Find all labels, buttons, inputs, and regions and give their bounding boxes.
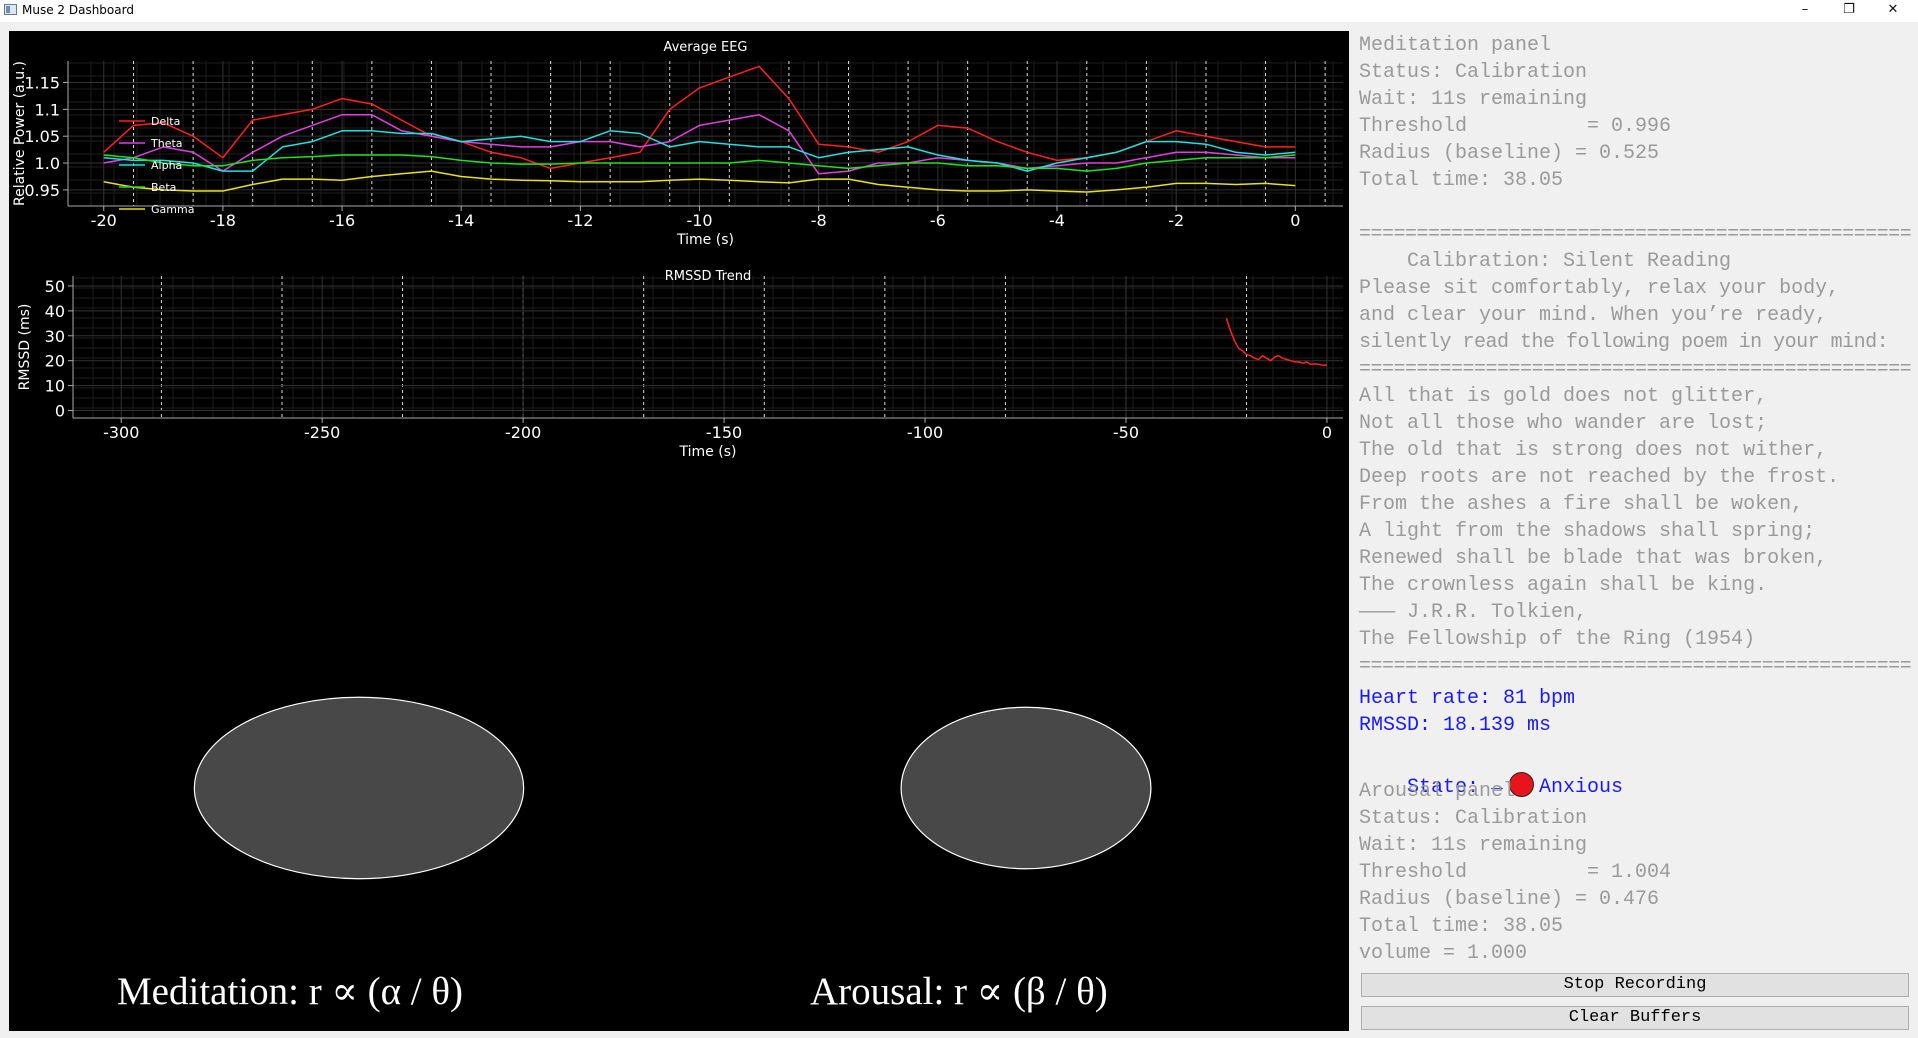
app-window-icon xyxy=(4,4,17,15)
x-tick-label: -16 xyxy=(329,211,355,230)
chart-title: RMSSD Trend xyxy=(665,269,751,284)
arousal-threshold: Threshold = 1.004 xyxy=(1359,861,1672,884)
poem-source: The Fellowship of the Ring (1954) xyxy=(1359,628,1756,651)
y-tick-label: 40 xyxy=(45,302,65,321)
meditation-indicator-ellipse xyxy=(193,696,525,880)
rmssd-chart: -300 -250 -200 -150 -100 -50 0 50 40 30 20 10 0 RMSSD… xyxy=(17,269,1343,460)
x-tick-label: -100 xyxy=(907,423,943,442)
y-tick-label: 20 xyxy=(45,352,65,371)
x-tick-label: -200 xyxy=(505,423,541,442)
y-tick-label: 1.1 xyxy=(35,100,60,119)
meditation-total-time: Total time: 38.05 xyxy=(1359,169,1564,192)
x-tick-label: -10 xyxy=(686,211,712,230)
poem-line: Renewed shall be blade that was broken, xyxy=(1359,547,1828,570)
x-axis-label: Time (s) xyxy=(679,444,737,460)
meditation-panel-title: Meditation panel xyxy=(1359,34,1552,57)
meditation-threshold: Threshold = 0.996 xyxy=(1359,115,1672,138)
calibration-instruction: silently read the following poem in your… xyxy=(1359,331,1889,354)
restore-button[interactable]: ❐ xyxy=(1826,0,1872,22)
separator-line: ========================================… xyxy=(1359,358,1912,381)
window-title: Muse 2 Dashboard xyxy=(22,3,134,17)
y-tick-label: 50 xyxy=(45,277,65,296)
x-tick-label: -300 xyxy=(103,423,139,442)
close-button[interactable]: ✕ xyxy=(1870,0,1916,22)
poem-line: A light from the shadows shall spring; xyxy=(1359,520,1816,543)
poem-line: All that is gold does not glitter, xyxy=(1359,385,1768,408)
x-axis-label: Time (s) xyxy=(676,232,734,248)
y-tick-label: 1.0 xyxy=(35,154,60,173)
poem-line: From the ashes a fire shall be woken, xyxy=(1359,493,1804,516)
y-tick-label: 10 xyxy=(45,377,65,396)
minimize-button[interactable]: – xyxy=(1782,0,1828,22)
x-tick-label: -12 xyxy=(567,211,593,230)
rmssd-plot-group: -300 -250 -200 -150 -100 -50 0 50 40 30 20 10 0 RMSSD… xyxy=(17,269,1343,460)
y-tick-label: 0 xyxy=(55,402,65,421)
x-tick-label: -8 xyxy=(811,211,827,230)
legend-label: Delta xyxy=(151,115,180,128)
indicator-area xyxy=(193,696,1152,880)
y-tick-label: 0.95 xyxy=(24,181,60,200)
separator-line: ========================================… xyxy=(1359,655,1912,678)
legend-label: Gamma xyxy=(151,203,194,216)
arousal-wait: Wait: 11s remaining xyxy=(1359,834,1588,857)
x-tick-label: -250 xyxy=(304,423,340,442)
heart-rate: Heart rate: 81 bpm xyxy=(1359,687,1576,710)
y-axis-label: Relative Power (a.u.) xyxy=(12,61,28,206)
chart-title: Average EEG xyxy=(663,40,747,55)
arousal-indicator-ellipse xyxy=(900,706,1152,870)
rmssd-value: RMSSD: 18.139 ms xyxy=(1359,714,1552,737)
legend-label: Theta xyxy=(150,137,183,150)
state-row: State: → Anxious xyxy=(1359,742,1623,799)
calibration-heading: Calibration: Silent Reading xyxy=(1359,250,1732,273)
x-tick-label: -50 xyxy=(1113,423,1139,442)
y-axis-label: RMSSD (ms) xyxy=(17,304,33,391)
clear-buffers-button[interactable]: Clear Buffers xyxy=(1361,1006,1909,1030)
meditation-radius: Radius (baseline) = 0.525 xyxy=(1359,142,1660,165)
title-bar: Muse 2 Dashboard – ❐ ✕ xyxy=(0,0,1918,22)
legend-label: Beta xyxy=(151,181,176,194)
x-tick-label: -4 xyxy=(1049,211,1065,230)
arousal-total-time: Total time: 38.05 xyxy=(1359,915,1564,938)
arousal-formula: Arousal: r ∝ (β / θ) xyxy=(810,970,1108,1013)
legend-label: Alpha xyxy=(151,159,182,172)
state-value: Anxious xyxy=(1539,776,1624,799)
poem-line: Not all those who wander are lost; xyxy=(1359,412,1768,435)
meditation-status: Status: Calibration xyxy=(1359,61,1588,84)
stop-recording-button[interactable]: Stop Recording xyxy=(1361,973,1909,997)
poem-line: The old that is strong does not wither, xyxy=(1359,439,1828,462)
poem-line: The crownless again shall be king. xyxy=(1359,574,1768,597)
arousal-status: Status: Calibration xyxy=(1359,807,1588,830)
x-tick-label: -6 xyxy=(930,211,946,230)
volume-readout: volume = 1.000 xyxy=(1359,942,1528,965)
y-tick-label: 30 xyxy=(45,327,65,346)
meditation-wait: Wait: 11s remaining xyxy=(1359,88,1588,111)
y-tick-label: 1.05 xyxy=(24,127,60,146)
meditation-formula: Meditation: r ∝ (α / θ) xyxy=(117,970,464,1013)
x-tick-label: 0 xyxy=(1322,423,1332,442)
x-tick-label: 0 xyxy=(1290,211,1300,230)
arousal-radius: Radius (baseline) = 0.476 xyxy=(1359,888,1660,911)
plot-area: -20 -18 -16 -14 -12 -10 -8 -6 -4 -2 0 1.15 1.1 1.05 1.… xyxy=(9,31,1349,1031)
arousal-panel-title: Arousal panel xyxy=(1359,780,1516,803)
poem-attribution: ——— J.R.R. Tolkien, xyxy=(1359,601,1588,624)
x-tick-label: -2 xyxy=(1168,211,1184,230)
calibration-instruction: and clear your mind. When you’re ready, xyxy=(1359,304,1828,327)
separator-line: ========================================… xyxy=(1359,223,1912,246)
y-tick-label: 1.15 xyxy=(24,73,60,92)
x-tick-label: -18 xyxy=(210,211,236,230)
x-tick-label: -150 xyxy=(706,423,742,442)
calibration-instruction: Please sit comfortably, relax your body, xyxy=(1359,277,1840,300)
x-tick-label: -20 xyxy=(91,211,117,230)
x-tick-label: -14 xyxy=(448,211,474,230)
poem-line: Deep roots are not reached by the frost. xyxy=(1359,466,1840,489)
